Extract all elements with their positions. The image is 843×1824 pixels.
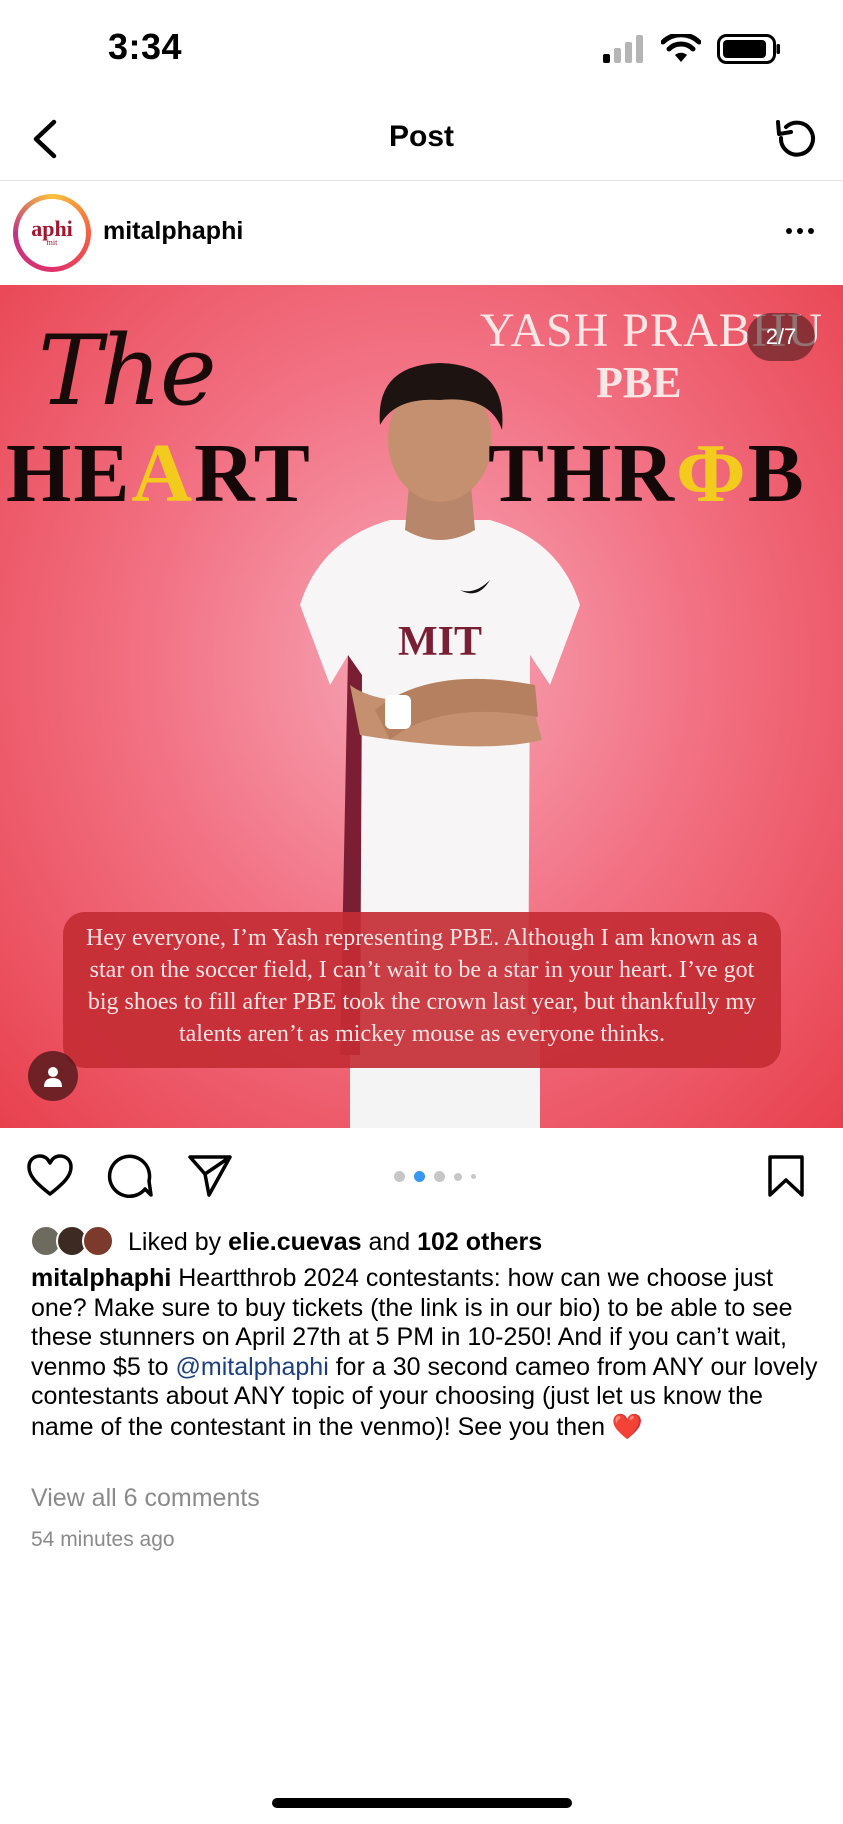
- carousel-dots: [394, 1171, 476, 1182]
- status-bar: 3:34: [0, 0, 843, 100]
- caption-mention[interactable]: @mitalphaphi: [176, 1353, 329, 1381]
- more-button[interactable]: [775, 211, 825, 251]
- avatar-logo-sub: mit: [46, 238, 58, 247]
- contestant-chapter: PBE: [596, 358, 682, 407]
- refresh-button[interactable]: [765, 110, 825, 170]
- poster-heart-word: HEART: [6, 427, 312, 520]
- post-image[interactable]: The YASH PRABHU PBE MIT HEART THRΦB 2/7 …: [0, 285, 843, 1128]
- nav-bar: Post: [0, 100, 843, 181]
- poster-throb-word: THRΦB: [488, 427, 806, 520]
- caption-username[interactable]: mitalphaphi: [31, 1264, 171, 1292]
- status-icons: [603, 34, 781, 64]
- carousel-dot: [434, 1171, 445, 1182]
- liker-avatar: [82, 1225, 114, 1257]
- likes-row[interactable]: Liked by elie.cuevas and 102 others: [30, 1224, 542, 1260]
- share-icon: [188, 1155, 232, 1197]
- like-heart-icon: [27, 1154, 73, 1196]
- carousel-dot: [471, 1174, 476, 1179]
- likes-text: Liked by elie.cuevas and 102 others: [128, 1227, 543, 1256]
- avatar-logo-text: aphi: [31, 216, 73, 241]
- carousel-dot: [454, 1172, 462, 1181]
- refresh-icon: [776, 120, 815, 157]
- likes-count[interactable]: 102 others: [417, 1228, 542, 1256]
- heart-emoji: ❤️: [611, 1411, 644, 1441]
- poster-caption: Hey everyone, I’m Yash representing PBE.…: [63, 912, 781, 1068]
- liker-avatars: [30, 1225, 120, 1259]
- save-button[interactable]: [760, 1150, 812, 1202]
- tag-user-icon: [44, 1067, 62, 1087]
- action-bar: [0, 1128, 843, 1224]
- page-title: Post: [388, 120, 454, 153]
- view-comments-link[interactable]: View all 6 comments: [31, 1484, 260, 1513]
- avatar-logo: aphi mit: [18, 199, 86, 267]
- home-indicator[interactable]: [272, 1798, 572, 1808]
- more-icon: [786, 228, 792, 234]
- post-header: aphi mit mitalphaphi: [0, 181, 843, 285]
- poster-script-word: The: [38, 315, 217, 427]
- share-button[interactable]: [184, 1150, 236, 1202]
- post-username[interactable]: mitalphaphi: [103, 217, 243, 246]
- carousel-dot: [394, 1171, 405, 1182]
- wifi-icon: [661, 34, 701, 62]
- avatar[interactable]: aphi mit: [13, 194, 91, 272]
- bookmark-icon: [768, 1155, 804, 1197]
- battery-icon: [717, 34, 780, 64]
- signal-icon: [603, 35, 643, 63]
- post-caption: mitalphaphi Heartthrob 2024 contestants:…: [31, 1264, 821, 1442]
- post-timestamp: 54 minutes ago: [31, 1528, 175, 1551]
- tag-user-button[interactable]: [28, 1051, 78, 1101]
- carousel-dot: [414, 1171, 425, 1182]
- slide-counter: 2/7: [747, 313, 815, 361]
- like-button[interactable]: [24, 1150, 76, 1202]
- status-time: 3:34: [108, 26, 183, 67]
- comment-button[interactable]: [104, 1150, 156, 1202]
- comment-icon: [107, 1154, 153, 1199]
- liker-username[interactable]: elie.cuevas: [228, 1228, 361, 1256]
- jersey-text: MIT: [398, 619, 482, 665]
